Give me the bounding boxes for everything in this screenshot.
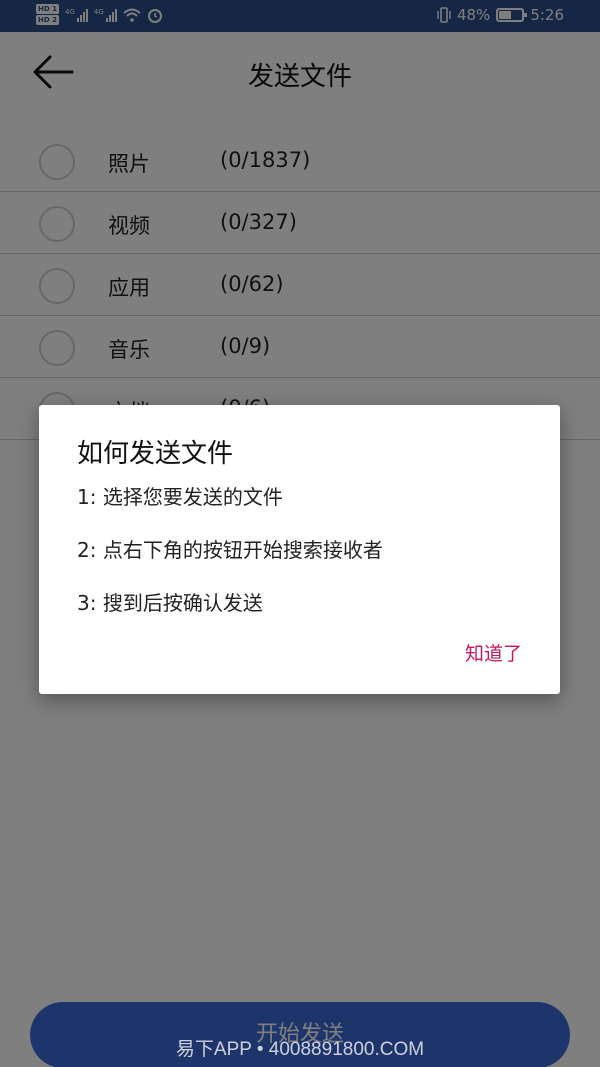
dialog-step-1: 1: 选择您要发送的文件 (77, 485, 283, 509)
dialog-step-2: 2: 点右下角的按钮开始搜索接收者 (77, 538, 383, 562)
watermark: 易下APP • 4008891800.COM (175, 1039, 425, 1060)
dialog-step-3: 3: 搜到后按确认发送 (77, 591, 263, 615)
dialog-title: 如何发送文件 (77, 439, 234, 469)
how-to-send-dialog: 如何发送文件 1: 选择您要发送的文件 2: 点右下角的按钮开始搜索接收者 3:… (39, 405, 560, 694)
dialog-confirm-button[interactable]: 知道了 (465, 639, 522, 666)
